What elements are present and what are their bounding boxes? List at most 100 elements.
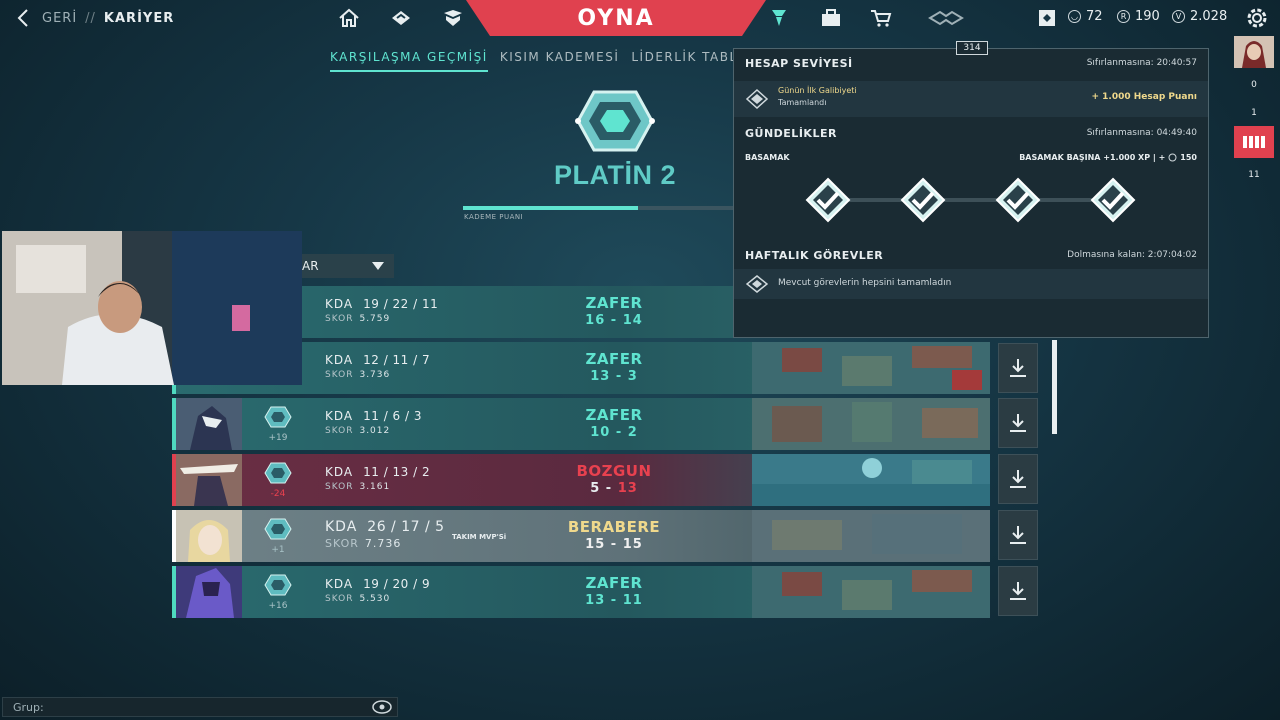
score-team: 16 (585, 313, 606, 328)
mission-title: Günün İlk Galibiyeti (778, 86, 857, 95)
score-label: SKOR (325, 426, 354, 436)
rank-progress-label: KADEME PUANI (464, 213, 524, 221)
kda: KDA 12 / 11 / 7 (325, 353, 430, 367)
missions-popup: 314 HESAP SEVİYESİ Sıfırlanmasına: 20:40… (733, 41, 1209, 338)
daily-checkpoints (805, 177, 1136, 223)
breadcrumb-separator: // (85, 10, 96, 26)
section-title: HESAP SEVİYESİ (745, 56, 853, 70)
score-value: 3.012 (359, 426, 391, 436)
download-icon (1010, 470, 1026, 488)
checkpoint-complete-icon (900, 177, 946, 223)
download-button[interactable] (998, 343, 1038, 393)
platinum-rank-icon (264, 518, 292, 540)
daily-step-row: BASAMAK BASAMAK BAŞINA +1.000 XP | + 150 (734, 145, 1208, 169)
settings-gear-icon[interactable] (1244, 5, 1270, 31)
agent-portrait (176, 510, 242, 562)
score: SKOR 5.530 (325, 594, 390, 604)
score-label: SKOR (325, 482, 354, 492)
score-enemy: 15 (622, 537, 643, 552)
back-label: GERİ (42, 10, 78, 26)
match-row[interactable]: +1 KDA 26 / 17 / 5 SKOR 7.736 TAKIM MVP'Si… (172, 510, 990, 562)
round-score: 15 - 15 (585, 537, 643, 552)
match-result: BERABERE 15 - 15 (542, 518, 686, 552)
group-chat-input[interactable]: Grup: (2, 697, 398, 717)
platinum-rank-icon (264, 462, 292, 484)
currency-value: 2.028 (1190, 9, 1228, 24)
section-title: HAFTALIK GÖREVLER (745, 248, 884, 262)
download-icon (1010, 359, 1026, 377)
score-enemy: 2 (627, 425, 638, 440)
kda: KDA 26 / 17 / 5 (325, 519, 445, 535)
match-row[interactable]: +16 KDA 19 / 20 / 9 SKOR 5.530 ZAFER 13 - … (172, 566, 990, 618)
home-icon[interactable] (338, 8, 360, 28)
queue-filter-dropdown[interactable]: AR (292, 254, 394, 278)
rank-wings-icon[interactable] (928, 8, 964, 28)
download-button[interactable] (998, 566, 1038, 616)
scrollbar-thumb[interactable] (1052, 340, 1057, 434)
sidebar-count: 0 (1251, 80, 1257, 90)
score-team: 10 (590, 425, 611, 440)
back-button[interactable]: GERİ // KARİYER (14, 8, 174, 28)
round-score: 13 - 11 (585, 593, 643, 608)
map-thumbnail (752, 454, 990, 506)
daily-header: GÜNDELİKLER Sıfırlanmasına: 04:49:40 (734, 119, 1208, 147)
result-title: BOZGUN (576, 462, 652, 480)
download-button[interactable] (998, 510, 1038, 560)
kda: KDA 19 / 22 / 11 (325, 297, 438, 311)
match-row[interactable]: +19 KDA 11 / 6 / 3 SKOR 3.012 ZAFER 10 - 2 (172, 398, 990, 450)
download-button[interactable] (998, 398, 1038, 448)
platinum-rank-icon (575, 90, 655, 152)
step-label: BASAMAK (745, 152, 790, 162)
play-button[interactable]: OYNA (466, 0, 766, 36)
rank-progress-fill (463, 206, 639, 210)
radianite-icon: R (1117, 10, 1130, 23)
match-result: BOZGUN 5 - 13 (542, 462, 686, 496)
weekly-message: Mevcut görevlerin hepsini tamamladın (778, 278, 952, 288)
battlepass-icon[interactable] (768, 8, 790, 28)
kda: KDA 11 / 13 / 2 (325, 465, 430, 479)
score-team: 13 (590, 369, 611, 384)
collection-icon[interactable] (442, 8, 464, 28)
player-avatar[interactable] (1234, 36, 1274, 68)
mission-diamond-icon (746, 89, 768, 109)
career-icon[interactable] (820, 8, 842, 28)
result-title: ZAFER (585, 574, 643, 592)
score: SKOR 7.736 (325, 537, 401, 550)
step-reward: BASAMAK BAŞINA +1.000 XP | + 150 (1019, 153, 1197, 162)
tab-leaderboard[interactable]: LİDERLİK TABL (631, 50, 737, 72)
riot-fist-icon[interactable] (1234, 126, 1274, 158)
account-level-header: HESAP SEVİYESİ Sıfırlanmasına: 20:40:57 (734, 49, 1208, 77)
currency-vp: V 2.028 (1172, 9, 1227, 24)
match-row[interactable]: -24 KDA 11 / 13 / 2 SKOR 3.161 BOZGUN 5 - … (172, 454, 990, 506)
score-enemy: 11 (622, 593, 643, 608)
kda: KDA 11 / 6 / 3 (325, 409, 422, 423)
score-value: 5.759 (359, 314, 391, 324)
rr-change: -24 (258, 462, 298, 499)
score-team: 13 (585, 593, 606, 608)
account-mission-row: Günün İlk Galibiyeti Tamamlandı + 1.000 … (734, 81, 1208, 117)
store-cart-icon[interactable] (870, 8, 892, 28)
mission-status: Tamamlandı (778, 98, 827, 107)
download-button[interactable] (998, 454, 1038, 504)
download-icon (1010, 526, 1026, 544)
chat-eye-icon[interactable] (371, 699, 393, 715)
kda-value: 19 / 22 / 11 (363, 297, 439, 311)
round-score: 16 - 14 (585, 313, 643, 328)
result-title: ZAFER (585, 294, 643, 312)
rr-delta: +19 (268, 433, 288, 443)
friends-toggle-icon[interactable] (1036, 8, 1058, 28)
tab-match-history[interactable]: KARŞILAŞMA GEÇMİŞİ (330, 50, 488, 72)
agents-icon[interactable] (390, 8, 412, 28)
kda-value: 19 / 20 / 9 (363, 577, 431, 591)
checkpoint-complete-icon (1090, 177, 1136, 223)
kingdom-credit-icon: ◡ (1068, 10, 1081, 23)
result-title: BERABERE (567, 518, 661, 536)
score-label: SKOR (325, 594, 354, 604)
score-value: 3.161 (359, 482, 391, 492)
reset-timer: Dolmasına kalan: 2:07:04:02 (1067, 250, 1197, 260)
score-enemy: 14 (622, 313, 643, 328)
tab-act-rank[interactable]: KISIM KADEMESİ (500, 50, 620, 72)
score: SKOR 5.759 (325, 314, 390, 324)
match-result: ZAFER 10 - 2 (542, 406, 686, 440)
score: SKOR 3.736 (325, 370, 390, 380)
